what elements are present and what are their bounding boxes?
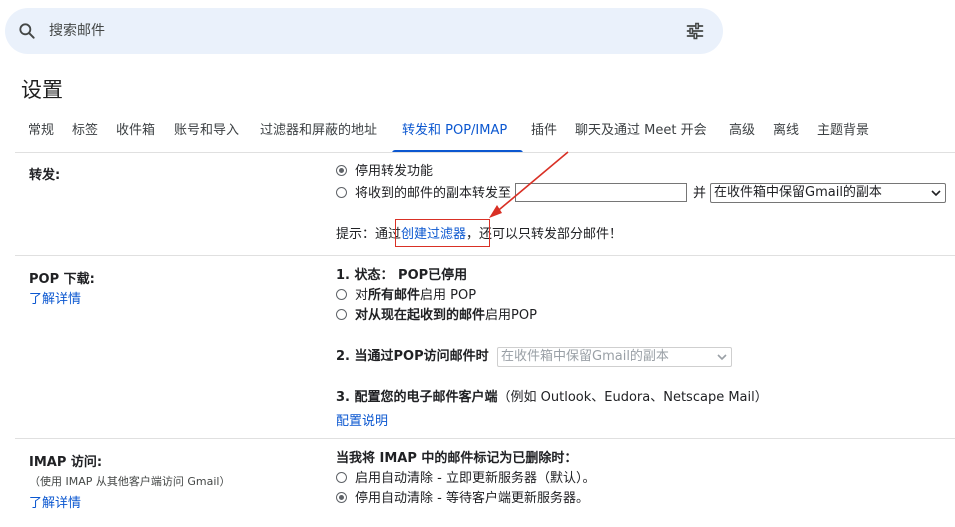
pop-when-access-select[interactable]: 在收件箱中保留Gmail的副本 xyxy=(497,347,732,367)
forward-keep-value: 在收件箱中保留Gmail的副本 xyxy=(714,185,882,200)
radio-unselected-icon[interactable] xyxy=(336,289,347,300)
pop-now-text-bold: 对从现在起收到的邮件 xyxy=(355,308,486,323)
radio-selected-icon[interactable] xyxy=(336,165,347,176)
tab-forwarding-pop-imap[interactable]: 转发和 POP/IMAP xyxy=(402,121,507,151)
pop-enable-all-option[interactable]: 对所有邮件启用 POP xyxy=(336,287,476,305)
pop-configure-hint: （例如 Outlook、Eudora、Netscape Mail） xyxy=(497,390,768,405)
imap-label: IMAP 访问: xyxy=(29,455,103,470)
pop-all-text-1: 对 xyxy=(355,288,369,303)
pop-now-text-2: 启用POP xyxy=(485,308,537,323)
forward-keep-select[interactable]: 在收件箱中保留Gmail的副本 xyxy=(710,183,946,203)
tab-inbox[interactable]: 收件箱 xyxy=(116,121,155,151)
tab-accounts[interactable]: 账号和导入 xyxy=(174,121,239,151)
divider xyxy=(15,152,955,153)
tab-offline[interactable]: 离线 xyxy=(773,121,799,151)
pop-label: POP 下载: xyxy=(29,272,95,287)
radio-selected-icon[interactable] xyxy=(336,492,347,503)
chevron-down-icon xyxy=(931,190,941,197)
chevron-down-icon xyxy=(717,354,727,361)
tab-advanced[interactable]: 高级 xyxy=(729,121,755,151)
radio-unselected-icon[interactable] xyxy=(336,187,347,198)
imap-auto-off-label: 停用自动清除 - 等待客户端更新服务器。 xyxy=(355,491,589,506)
tab-filters[interactable]: 过滤器和屏蔽的地址 xyxy=(260,121,377,151)
pop-when-access-value: 在收件箱中保留Gmail的副本 xyxy=(501,349,669,364)
tab-addons[interactable]: 插件 xyxy=(531,121,557,151)
imap-delete-heading: 当我将 IMAP 中的邮件标记为已删除时： xyxy=(336,451,578,466)
radio-unselected-icon[interactable] xyxy=(336,472,347,483)
imap-learn-more-link[interactable]: 了解详情 xyxy=(29,492,81,511)
forwarding-enable-option[interactable]: 将收到的邮件的副本转发至 xyxy=(336,185,511,203)
tip-prefix: 提示：通过 xyxy=(336,227,402,242)
divider xyxy=(15,255,955,256)
divider xyxy=(15,438,955,439)
and-label: 并 xyxy=(693,186,707,201)
forward-address-input[interactable] xyxy=(515,183,687,202)
imap-auto-expunge-on-option[interactable]: 启用自动清除 - 立即更新服务器（默认）。 xyxy=(336,470,595,488)
pop-enable-now-option[interactable]: 对从现在起收到的邮件启用POP xyxy=(336,307,537,325)
imap-auto-expunge-off-option[interactable]: 停用自动清除 - 等待客户端更新服务器。 xyxy=(336,490,589,508)
tab-themes[interactable]: 主题背景 xyxy=(817,121,869,151)
forwarding-label: 转发: xyxy=(29,168,61,183)
pop-all-text-bold: 所有邮件 xyxy=(368,288,421,303)
tab-general[interactable]: 常规 xyxy=(28,121,54,151)
tab-chat-meet[interactable]: 聊天及通过 Meet 开会 xyxy=(575,121,707,151)
page-title: 设置 xyxy=(21,78,63,102)
imap-auto-on-label: 启用自动清除 - 立即更新服务器（默认）。 xyxy=(355,471,596,486)
configuration-instructions-link[interactable]: 配置说明 xyxy=(336,410,388,429)
tab-labels[interactable]: 标签 xyxy=(72,121,98,151)
annotation-arrow-icon xyxy=(489,151,569,218)
pop-all-text-2: 启用 POP xyxy=(420,288,477,303)
tune-icon[interactable] xyxy=(685,21,705,41)
forwarding-disable-label: 停用转发功能 xyxy=(355,164,434,179)
search-bar[interactable]: 搜索邮件 xyxy=(5,8,723,54)
pop-when-access-label: 2. 当通过POP访问邮件时 xyxy=(336,349,489,364)
forwarding-disable-option[interactable]: 停用转发功能 xyxy=(336,163,433,181)
pop-configure-line: 3. 配置您的电子邮件客户端（例如 Outlook、Eudora、Netscap… xyxy=(336,389,768,407)
pop-status-value: POP已停用 xyxy=(398,268,468,283)
forwarding-enable-label: 将收到的邮件的副本转发至 xyxy=(355,186,512,201)
search-input[interactable]: 搜索邮件 xyxy=(49,22,649,40)
radio-unselected-icon[interactable] xyxy=(336,309,347,320)
imap-sublabel: （使用 IMAP 从其他客户端访问 Gmail） xyxy=(29,475,231,488)
pop-status: 1. 状态： POP已停用 xyxy=(336,267,467,285)
annotation-highlight-box xyxy=(395,219,490,247)
pop-configure-label: 3. 配置您的电子邮件客户端 xyxy=(336,390,498,405)
pop-learn-more-link[interactable]: 了解详情 xyxy=(29,288,81,307)
search-icon[interactable] xyxy=(17,21,37,41)
pop-status-prefix: 1. 状态： xyxy=(336,268,394,283)
